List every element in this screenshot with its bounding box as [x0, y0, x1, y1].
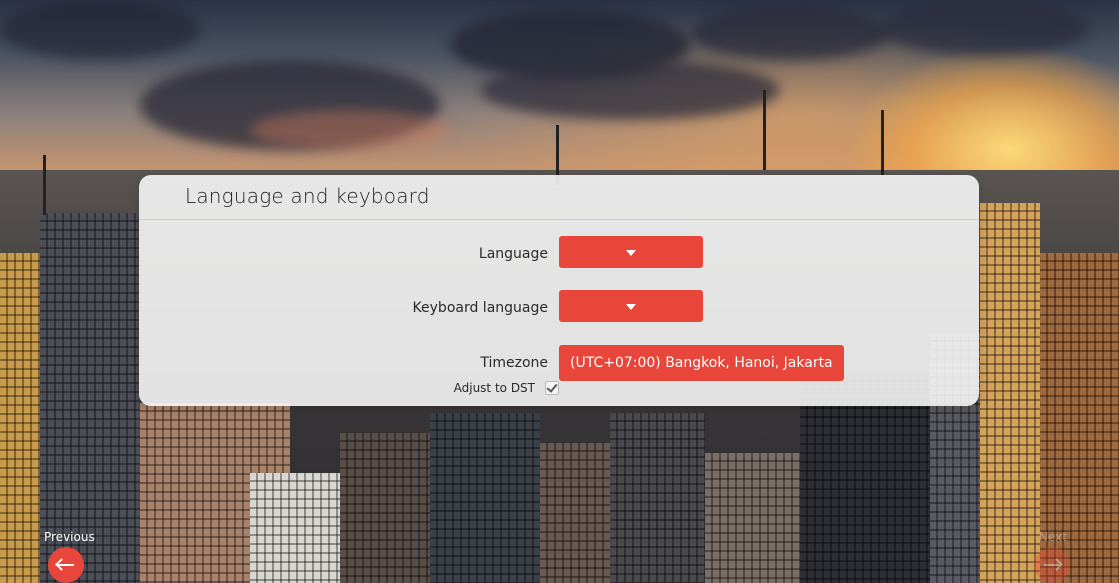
spire	[881, 110, 884, 175]
next-label: Next	[1039, 530, 1067, 544]
panel-title: Language and keyboard	[185, 184, 430, 208]
previous-label: Previous	[44, 530, 95, 544]
setup-screen: Language and keyboard Language Keyboard …	[0, 0, 1119, 583]
arrow-right-icon	[1044, 564, 1060, 566]
previous-button[interactable]	[48, 547, 84, 583]
building	[705, 453, 815, 583]
cloud	[480, 60, 780, 120]
cloud	[880, 0, 1090, 55]
cloud	[250, 110, 450, 150]
building	[40, 213, 140, 583]
dst-label: Adjust to DST	[453, 381, 535, 395]
timezone-dropdown[interactable]: (UTC+07:00) Bangkok, Hanoi, Jakarta	[559, 345, 844, 381]
language-keyboard-panel: Language and keyboard Language Keyboard …	[139, 175, 979, 406]
caret-down-icon	[626, 250, 636, 256]
title-divider	[139, 219, 979, 220]
dst-checkbox[interactable]	[545, 381, 559, 395]
next-button[interactable]	[1034, 547, 1070, 583]
language-label: Language	[478, 246, 548, 262]
timezone-label: Timezone	[480, 355, 548, 371]
building	[980, 203, 1040, 583]
checkmark-icon	[546, 381, 558, 393]
caret-down-icon	[626, 304, 636, 310]
building	[610, 413, 705, 583]
spire	[43, 155, 46, 215]
arrow-left-icon	[58, 564, 74, 566]
building	[250, 473, 350, 583]
building	[430, 413, 540, 583]
keyboard-language-dropdown[interactable]	[559, 290, 703, 322]
language-dropdown[interactable]	[559, 236, 703, 268]
cloud	[0, 0, 200, 60]
cloud	[690, 5, 890, 60]
keyboard-language-label: Keyboard language	[412, 300, 548, 316]
spire	[763, 90, 766, 170]
